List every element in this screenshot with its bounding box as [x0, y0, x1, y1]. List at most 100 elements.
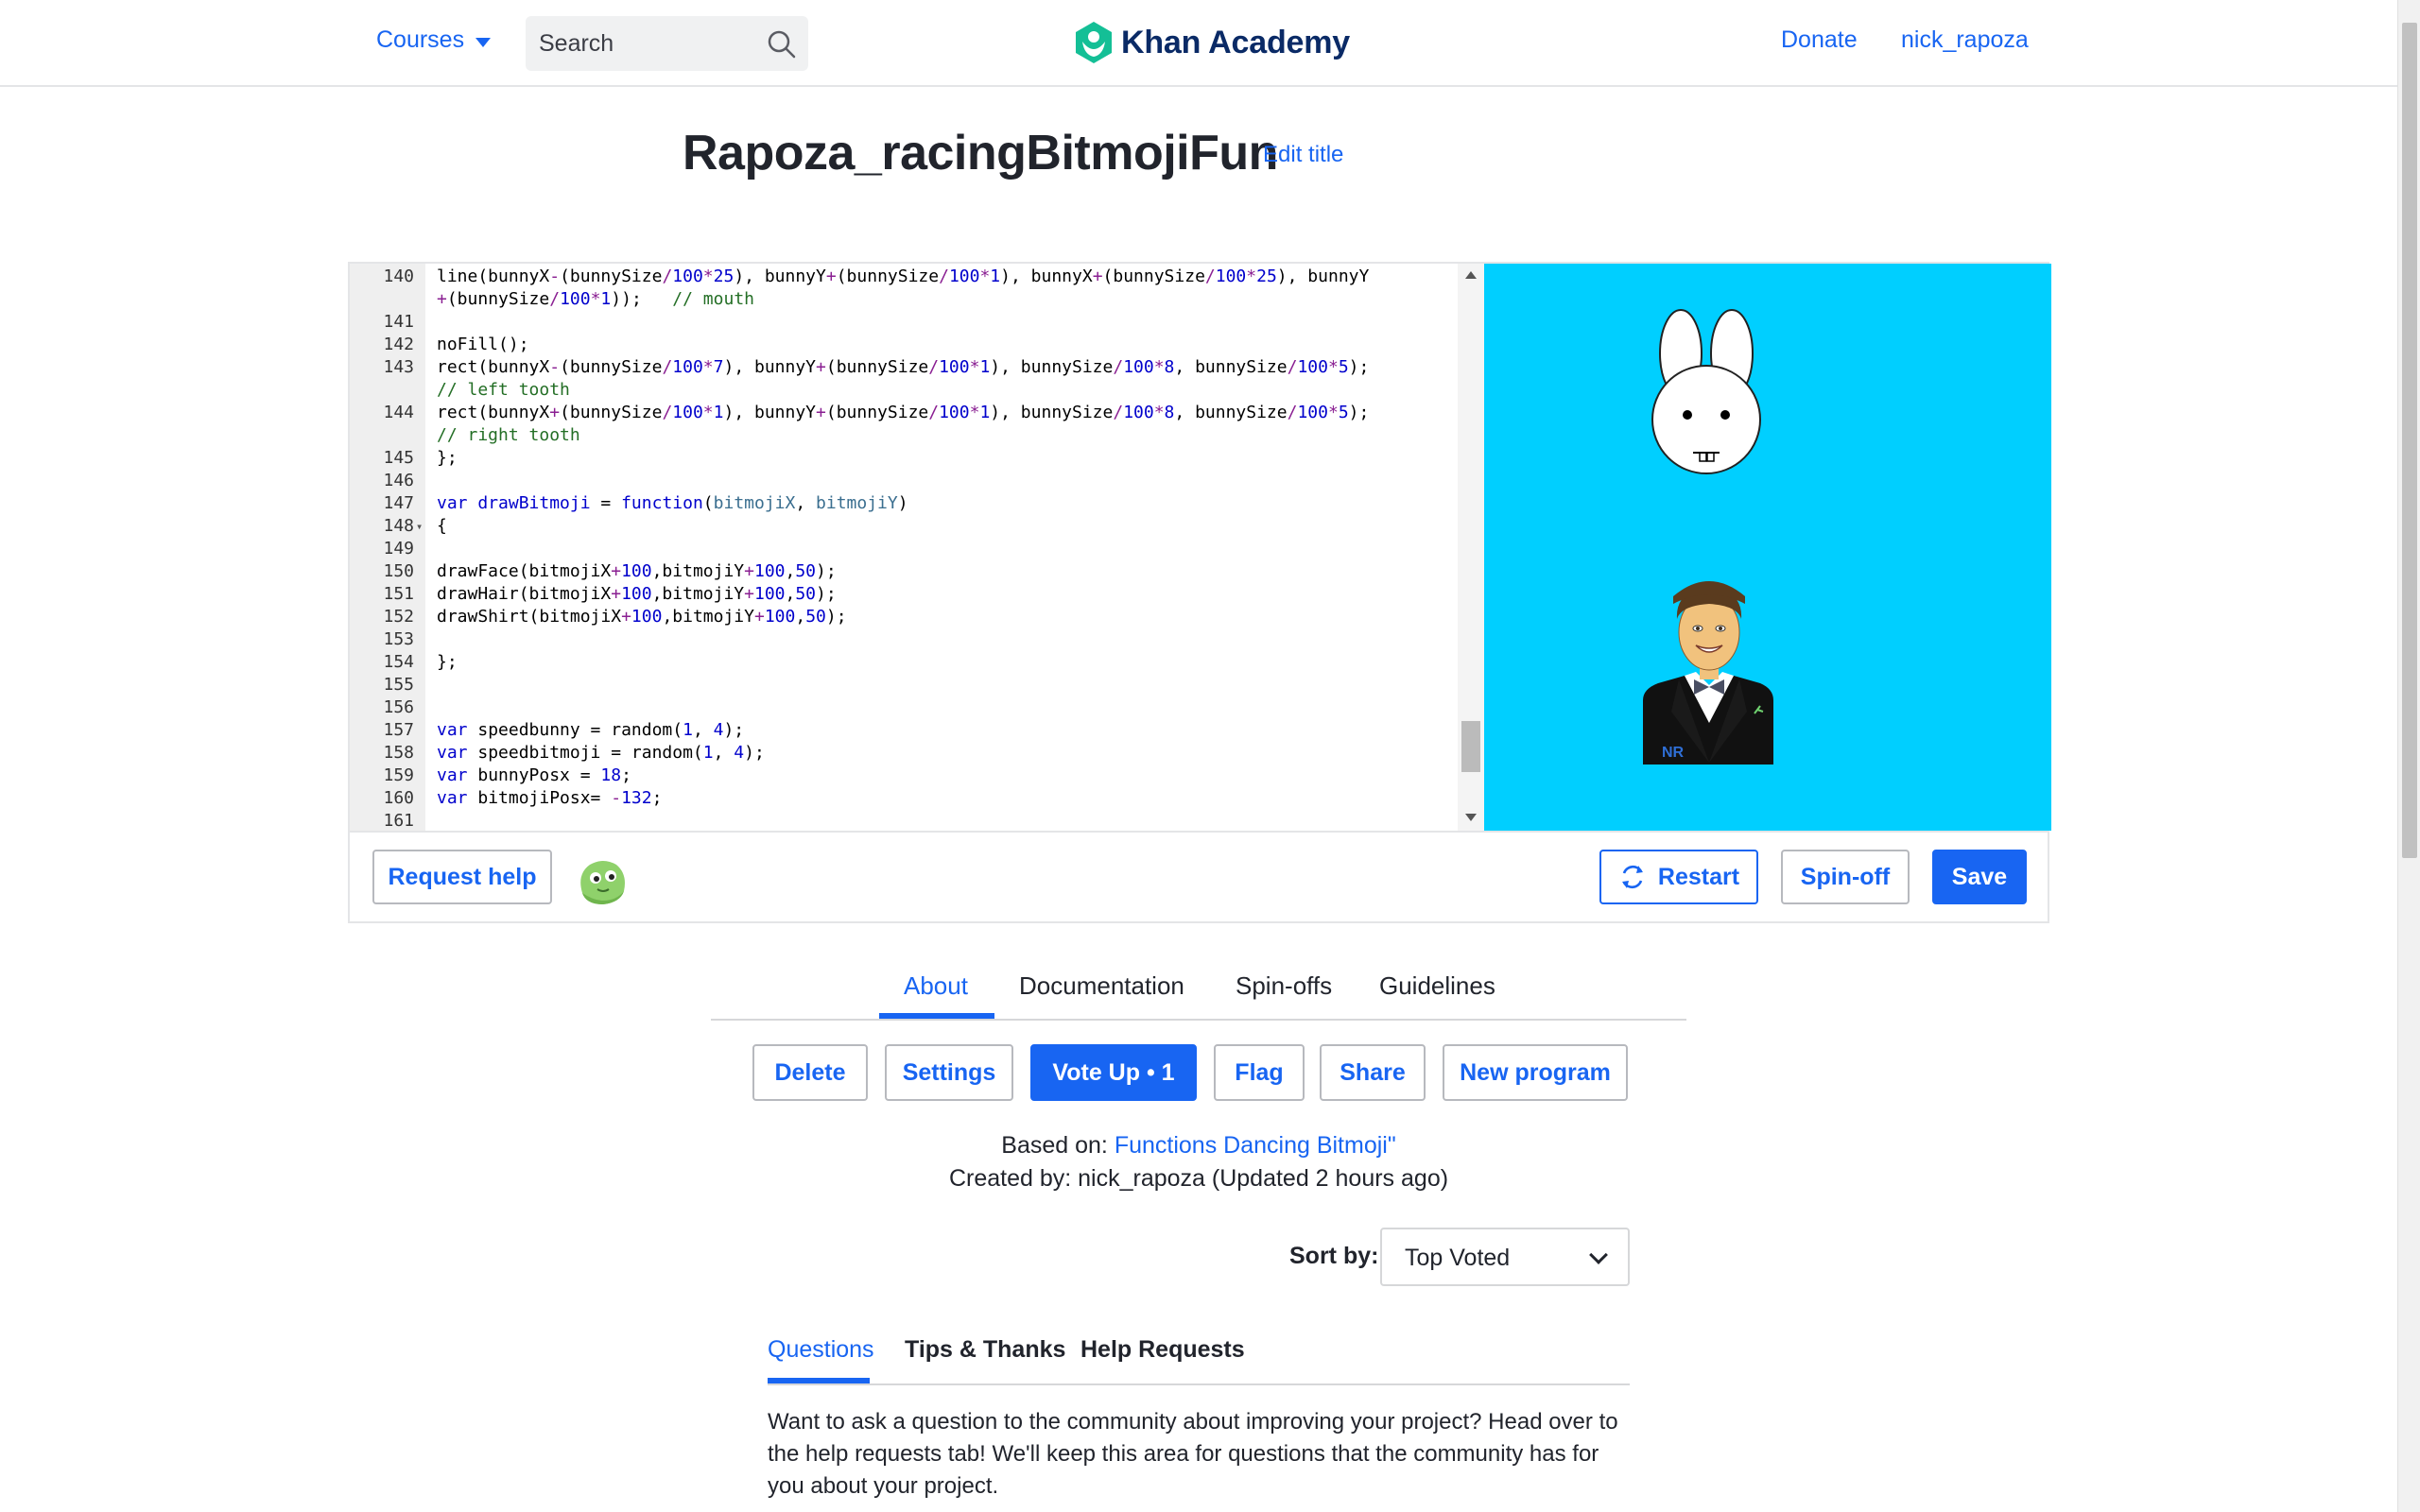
settings-button[interactable]: Settings	[885, 1044, 1013, 1101]
code-line[interactable]: 159 var bunnyPosx = 18;	[350, 765, 1456, 787]
based-on-label: Based on:	[1001, 1132, 1108, 1159]
page-scrollbar[interactable]	[2397, 0, 2420, 1512]
tab-about[interactable]: About	[904, 971, 968, 1001]
share-label: Share	[1340, 1058, 1406, 1086]
editor-scrollbar-thumb[interactable]	[1461, 721, 1480, 772]
save-button[interactable]: Save	[1932, 850, 2027, 904]
editor-toolbar: Request help Restart Spin-off Save	[350, 831, 2048, 921]
search-input[interactable]	[539, 16, 756, 71]
code-line[interactable]: 157 var speedbunny = random(1, 4);	[350, 719, 1456, 742]
sort-dropdown[interactable]: Top Voted	[1380, 1228, 1630, 1286]
code-line[interactable]: 140 line(bunnyX-(bunnySize/100*25), bunny…	[350, 266, 1456, 288]
tab-documentation[interactable]: Documentation	[1019, 971, 1184, 1001]
code-line[interactable]: 143 rect(bunnyX-(bunnySize/100*7), bunnyY…	[350, 356, 1456, 379]
new-program-label: New program	[1460, 1058, 1611, 1086]
sort-selected-value: Top Voted	[1405, 1245, 1511, 1271]
courses-label: Courses	[376, 26, 465, 53]
line-number: 159	[383, 765, 414, 785]
page-scrollbar-thumb[interactable]	[2402, 23, 2417, 858]
line-number: 142	[383, 335, 414, 354]
line-number: 149	[383, 539, 414, 558]
code-line[interactable]: 150 drawFace(bitmojiX+100,bitmojiY+100,50…	[350, 560, 1456, 583]
code-line[interactable]: 153	[350, 628, 1456, 651]
program-info-tabs: About Documentation Spin-offs Guidelines	[711, 962, 1686, 1021]
flag-label: Flag	[1235, 1058, 1284, 1086]
code-line[interactable]: 146	[350, 470, 1456, 492]
tab-spin-offs[interactable]: Spin-offs	[1236, 971, 1332, 1001]
tab-guidelines[interactable]: Guidelines	[1379, 971, 1495, 1001]
search-icon[interactable]	[767, 29, 797, 60]
spin-off-button[interactable]: Spin-off	[1781, 850, 1910, 904]
vote-up-button[interactable]: Vote Up • 1	[1030, 1044, 1197, 1101]
top-navigation-bar: Courses Khan Academy Donate nick_rapoza	[0, 0, 2397, 87]
line-number: 148	[383, 516, 414, 536]
code-line[interactable]: 154};	[350, 651, 1456, 674]
settings-label: Settings	[902, 1058, 996, 1086]
khan-academy-hexagon-icon	[1076, 22, 1112, 63]
code-line[interactable]: +(bunnySize/100*1)); // mouth	[350, 288, 1456, 311]
code-line[interactable]: 147 var drawBitmoji = function(bitmojiX, …	[350, 492, 1456, 515]
code-line[interactable]: 148 ▾{	[350, 515, 1456, 538]
scroll-down-arrow-icon[interactable]	[1465, 814, 1477, 821]
user-menu-link[interactable]: nick_rapoza	[1901, 26, 2029, 54]
created-by-line: Created by: nick_rapoza (Updated 2 hours…	[948, 1165, 1449, 1192]
request-help-button[interactable]: Request help	[372, 850, 552, 904]
output-drawing: NR	[1643, 309, 1773, 765]
code-line[interactable]: 141	[350, 311, 1456, 334]
caret-down-icon	[475, 37, 492, 47]
program-output-canvas[interactable]: NR	[1484, 264, 2051, 831]
line-number: 147	[383, 493, 414, 513]
edit-title-link[interactable]: Edit title	[1263, 142, 1343, 168]
tab-questions[interactable]: Questions	[768, 1336, 874, 1364]
line-number: 156	[383, 697, 414, 717]
khan-academy-logo[interactable]: Khan Academy	[1074, 21, 1350, 64]
code-line[interactable]: // left tooth	[350, 379, 1456, 402]
share-button[interactable]: Share	[1320, 1044, 1426, 1101]
line-number: 152	[383, 607, 414, 627]
code-line[interactable]: 151 drawHair(bitmojiX+100,bitmojiY+100,50…	[350, 583, 1456, 606]
code-line[interactable]: // right tooth	[350, 424, 1456, 447]
courses-menu-button[interactable]: Courses	[376, 26, 492, 54]
code-line[interactable]: 155	[350, 674, 1456, 696]
bitmoji-drawing: NR	[1643, 581, 1773, 765]
editor-scrollbar[interactable]	[1458, 264, 1484, 831]
restart-label: Restart	[1657, 863, 1740, 890]
tab-tips-and-thanks[interactable]: Tips & Thanks	[905, 1336, 1065, 1364]
code-line[interactable]: 156	[350, 696, 1456, 719]
line-number: 140	[383, 266, 414, 286]
line-number: 153	[383, 629, 414, 649]
donate-link[interactable]: Donate	[1781, 26, 1858, 54]
based-on-link[interactable]: Functions Dancing Bitmoji"	[1115, 1132, 1396, 1159]
code-line[interactable]: 160 var bitmojiPosx= -132;	[350, 787, 1456, 810]
code-line[interactable]: 144 rect(bunnyX+(bunnySize/100*1), bunnyY…	[350, 402, 1456, 424]
code-line[interactable]: 152 drawShirt(bitmojiX+100,bitmojiY+100,5…	[350, 606, 1456, 628]
line-number: 150	[383, 561, 414, 581]
code-line[interactable]: 149	[350, 538, 1456, 560]
scroll-up-arrow-icon[interactable]	[1465, 271, 1477, 279]
tab-help-requests[interactable]: Help Requests	[1080, 1336, 1245, 1364]
fold-arrow-icon[interactable]: ▾	[416, 515, 423, 538]
line-number: 145	[383, 448, 414, 468]
bunny-drawing	[1651, 309, 1761, 474]
code-line[interactable]: 158 var speedbitmoji = random(1, 4);	[350, 742, 1456, 765]
active-tab-indicator	[879, 1013, 994, 1019]
line-number: 160	[383, 788, 414, 808]
line-number: 155	[383, 675, 414, 695]
avatar-icon[interactable]	[575, 855, 630, 906]
new-program-button[interactable]: New program	[1443, 1044, 1628, 1101]
flag-button[interactable]: Flag	[1214, 1044, 1305, 1101]
restart-icon	[1621, 865, 1643, 889]
code-line[interactable]: 161	[350, 810, 1456, 831]
discussion-tabs: Questions Tips & Thanks Help Requests	[768, 1321, 1630, 1385]
line-number: 158	[383, 743, 414, 763]
line-number: 157	[383, 720, 414, 740]
delete-button[interactable]: Delete	[752, 1044, 868, 1101]
code-editor[interactable]: 140 line(bunnyX-(bunnySize/100*25), bunny…	[350, 264, 1484, 831]
code-line[interactable]: 142 noFill();	[350, 334, 1456, 356]
restart-button[interactable]: Restart	[1599, 850, 1758, 904]
search-box[interactable]	[526, 16, 808, 71]
questions-empty-message: Want to ask a question to the community …	[768, 1409, 1618, 1499]
request-help-label: Request help	[388, 863, 537, 890]
spin-off-label: Spin-off	[1800, 863, 1891, 890]
code-line[interactable]: 145};	[350, 447, 1456, 470]
